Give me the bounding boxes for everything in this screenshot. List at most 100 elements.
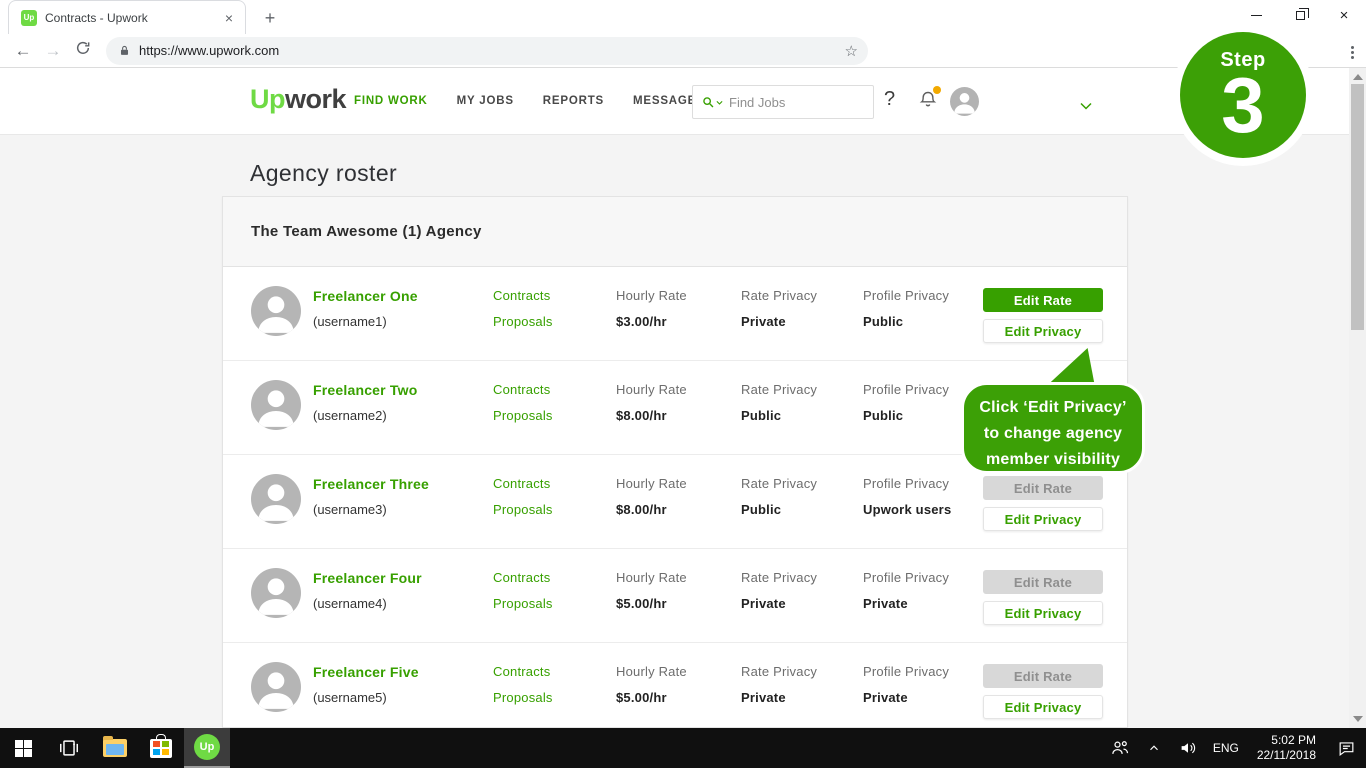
rate-privacy-label: Rate Privacy xyxy=(741,288,817,304)
search-box[interactable]: Find Jobs xyxy=(692,85,874,119)
browser-tab-strip: Up Contracts - Upwork × + × xyxy=(0,0,1366,34)
nav-item-my-jobs[interactable]: MY JOBS xyxy=(457,95,514,107)
freelancer-name-link[interactable]: Freelancer Two xyxy=(313,382,417,398)
freelancer-name-link[interactable]: Freelancer Four xyxy=(313,570,422,586)
edit-privacy-button[interactable]: Edit Privacy xyxy=(983,319,1103,343)
search-icon xyxy=(701,95,715,109)
show-hidden-icons-button[interactable] xyxy=(1137,728,1171,768)
account-dropdown-chevron[interactable] xyxy=(1080,97,1092,115)
back-button[interactable]: ← xyxy=(8,41,38,61)
address-bar[interactable]: https://www.upwork.com ☆ xyxy=(106,37,868,65)
search-placeholder[interactable]: Find Jobs xyxy=(729,95,785,110)
contracts-link[interactable]: Contracts xyxy=(493,664,553,680)
contracts-link[interactable]: Contracts xyxy=(493,288,553,304)
chevron-down-icon xyxy=(1080,102,1092,110)
hourly-rate-label: Hourly Rate xyxy=(616,570,687,586)
file-explorer-button[interactable] xyxy=(92,728,138,768)
contracts-link[interactable]: Contracts xyxy=(493,570,553,586)
proposals-link[interactable]: Proposals xyxy=(493,596,553,612)
chevron-up-icon xyxy=(1147,741,1161,755)
page-viewport: Upwork FIND WORKMY JOBSREPORTSMESSAGES F… xyxy=(0,68,1366,728)
person-icon xyxy=(251,662,301,712)
person-icon xyxy=(251,568,301,618)
action-center-button[interactable] xyxy=(1326,728,1366,768)
proposals-link[interactable]: Proposals xyxy=(493,314,553,330)
roster-row: Freelancer Four (username4) Contracts Pr… xyxy=(223,549,1127,643)
rate-privacy-label: Rate Privacy xyxy=(741,570,817,586)
browser-tab[interactable]: Up Contracts - Upwork × xyxy=(8,0,246,34)
taskbar-tray: ENG 5:02 PM 22/11/2018 xyxy=(1103,728,1366,768)
freelancer-name-link[interactable]: Freelancer One xyxy=(313,288,418,304)
reload-button[interactable] xyxy=(68,40,98,61)
proposals-link[interactable]: Proposals xyxy=(493,690,553,706)
freelancer-name-link[interactable]: Freelancer Three xyxy=(313,476,429,492)
freelancer-avatar[interactable] xyxy=(251,380,301,430)
person-icon xyxy=(251,380,301,430)
roster-rows: Freelancer One (username1) Contracts Pro… xyxy=(223,267,1127,728)
volume-button[interactable] xyxy=(1171,728,1205,768)
freelancer-name-link[interactable]: Freelancer Five xyxy=(313,664,419,680)
nav-items: FIND WORKMY JOBSREPORTSMESSAGES xyxy=(354,95,705,107)
hourly-rate-value: $5.00/hr xyxy=(616,596,687,612)
rate-privacy-label: Rate Privacy xyxy=(741,476,817,492)
edit-privacy-button[interactable]: Edit Privacy xyxy=(983,695,1103,719)
callout-line: Click ‘Edit Privacy’ xyxy=(964,395,1142,421)
scroll-down-arrow-icon[interactable] xyxy=(1353,716,1363,722)
contracts-link[interactable]: Contracts xyxy=(493,382,553,398)
freelancer-avatar[interactable] xyxy=(251,662,301,712)
task-view-button[interactable] xyxy=(46,728,92,768)
microsoft-store-button[interactable] xyxy=(138,728,184,768)
upwork-app-button[interactable]: Up xyxy=(184,728,230,768)
callout-tooltip: Click ‘Edit Privacy’ to change agency me… xyxy=(961,382,1145,474)
notifications-button[interactable] xyxy=(918,89,938,111)
freelancer-avatar[interactable] xyxy=(251,568,301,618)
browser-menu-button[interactable] xyxy=(1351,46,1354,59)
language-indicator[interactable]: ENG xyxy=(1205,741,1247,755)
url-text[interactable]: https://www.upwork.com xyxy=(139,43,845,58)
clock[interactable]: 5:02 PM 22/11/2018 xyxy=(1247,733,1326,763)
freelancer-avatar[interactable] xyxy=(251,286,301,336)
search-scope-chevron-icon[interactable] xyxy=(715,98,724,107)
logo-work: work xyxy=(285,84,346,114)
start-button[interactable] xyxy=(0,728,46,768)
forward-button[interactable]: → xyxy=(38,41,68,61)
tab-close-icon[interactable]: × xyxy=(221,10,237,26)
profile-privacy-label: Profile Privacy xyxy=(863,476,951,492)
proposals-link[interactable]: Proposals xyxy=(493,408,553,424)
scroll-up-arrow-icon[interactable] xyxy=(1353,74,1363,80)
freelancer-avatar[interactable] xyxy=(251,474,301,524)
edit-rate-button[interactable]: Edit Rate xyxy=(983,664,1103,688)
proposals-link[interactable]: Proposals xyxy=(493,502,553,518)
help-button[interactable]: ? xyxy=(884,88,895,111)
speaker-icon xyxy=(1179,739,1197,757)
window-close-button[interactable]: × xyxy=(1322,0,1366,30)
hourly-rate-label: Hourly Rate xyxy=(616,288,687,304)
logo-up: Up xyxy=(250,84,285,114)
bookmark-star-icon[interactable]: ☆ xyxy=(845,42,858,60)
window-restore-button[interactable] xyxy=(1278,0,1322,30)
account-avatar[interactable] xyxy=(950,87,979,116)
browser-scrollbar[interactable] xyxy=(1349,68,1366,728)
nav-item-find-work[interactable]: FIND WORK xyxy=(354,95,428,107)
agency-name: The Team Awesome (1) Agency xyxy=(251,223,482,240)
hourly-rate-label: Hourly Rate xyxy=(616,382,687,398)
rate-privacy-label: Rate Privacy xyxy=(741,382,817,398)
edit-privacy-button[interactable]: Edit Privacy xyxy=(983,507,1103,531)
edit-rate-button[interactable]: Edit Rate xyxy=(983,476,1103,500)
hourly-rate-value: $5.00/hr xyxy=(616,690,687,706)
notification-dot xyxy=(933,86,941,94)
edit-rate-button[interactable]: Edit Rate xyxy=(983,570,1103,594)
edit-privacy-button[interactable]: Edit Privacy xyxy=(983,601,1103,625)
people-button[interactable] xyxy=(1103,728,1137,768)
minimize-icon xyxy=(1251,15,1262,16)
restore-icon xyxy=(1296,11,1305,20)
hourly-rate-value: $8.00/hr xyxy=(616,408,687,424)
edit-rate-button[interactable]: Edit Rate xyxy=(983,288,1103,312)
new-tab-button[interactable]: + xyxy=(258,6,282,30)
nav-item-reports[interactable]: REPORTS xyxy=(543,95,604,107)
upwork-logo[interactable]: Upwork xyxy=(250,84,346,115)
contracts-link[interactable]: Contracts xyxy=(493,476,553,492)
callout-line: to change agency xyxy=(964,421,1142,447)
scrollbar-thumb[interactable] xyxy=(1351,84,1364,330)
callout-line: member visibility xyxy=(964,447,1142,473)
